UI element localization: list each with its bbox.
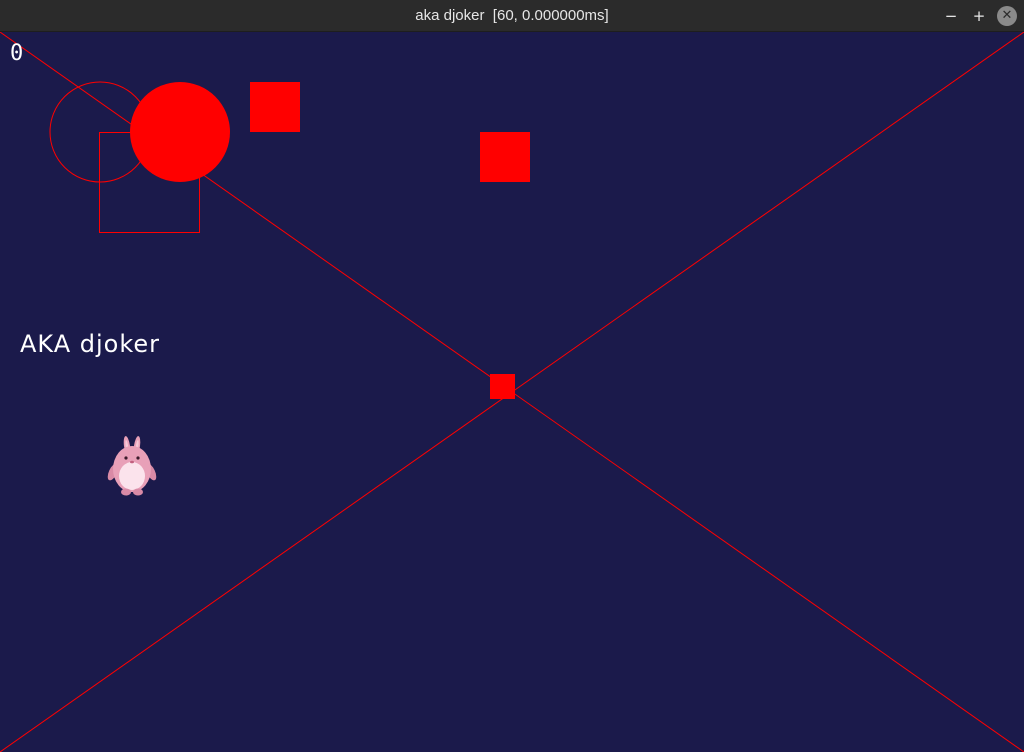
game-canvas[interactable]: 0 AKA djoker	[0, 32, 1024, 752]
filled-circle	[130, 82, 230, 182]
filled-square-top-middle	[480, 132, 530, 182]
game-scene	[0, 32, 1024, 752]
filled-square-small-top	[250, 82, 300, 132]
game-label-text: AKA djoker	[20, 330, 161, 358]
minimize-button[interactable]: −	[941, 6, 961, 26]
game-window: aka djoker [60, 0.000000ms] − + ✕ 0 AKA …	[0, 0, 1024, 752]
maximize-button[interactable]: +	[969, 6, 989, 26]
score-counter: 0	[10, 41, 24, 66]
filled-square-center	[490, 374, 515, 399]
window-title: aka djoker [60, 0.000000ms]	[415, 7, 609, 24]
close-button[interactable]: ✕	[997, 6, 1017, 26]
bunny-sprite	[107, 436, 157, 496]
title-bar[interactable]: aka djoker [60, 0.000000ms] − + ✕	[0, 0, 1024, 32]
